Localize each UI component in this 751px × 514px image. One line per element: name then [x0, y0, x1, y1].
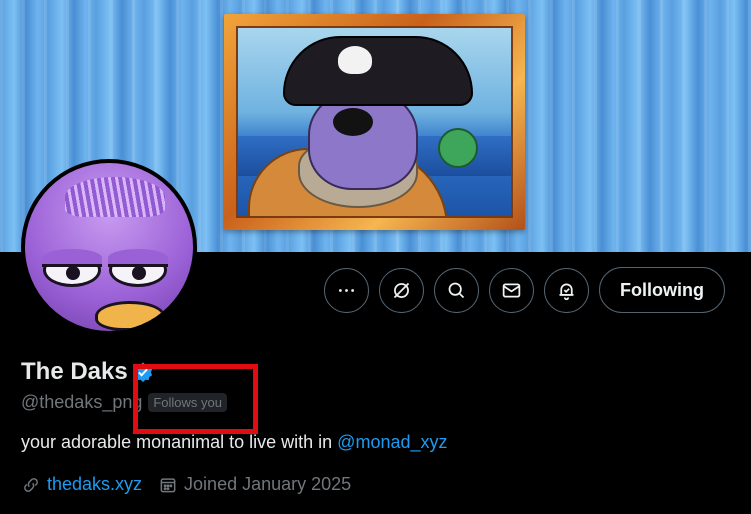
grok-button[interactable]	[379, 267, 424, 313]
follows-you-badge: Follows you	[148, 393, 227, 412]
profile-meta: thedaks.xyz Joined January 2025	[21, 474, 351, 495]
calendar-icon	[160, 477, 176, 492]
avatar-image	[25, 163, 193, 331]
more-icon	[338, 288, 355, 292]
following-button[interactable]: Following	[599, 267, 725, 313]
profile-name: The Daks	[21, 358, 128, 385]
website-link[interactable]: thedaks.xyz	[47, 474, 142, 495]
bio-mention-link[interactable]: @monad_xyz	[337, 432, 447, 452]
notification-icon	[559, 283, 574, 300]
profile-actions: Following	[324, 267, 725, 313]
verified-badge-icon[interactable]	[132, 361, 154, 383]
bio-text: your adorable monanimal to live with in	[21, 432, 338, 452]
notification-button[interactable]	[544, 267, 589, 313]
search-button[interactable]	[434, 267, 479, 313]
grok-icon	[393, 282, 410, 298]
profile-bio: your adorable monanimal to live with in …	[21, 432, 448, 453]
more-button[interactable]	[324, 267, 369, 313]
message-icon	[502, 283, 521, 297]
joined-date: Joined January 2025	[184, 474, 352, 494]
search-icon	[448, 282, 465, 298]
profile-handle-row: @thedaks_png Follows you	[21, 392, 227, 413]
avatar[interactable]	[21, 159, 197, 335]
pirate-painting	[236, 26, 513, 218]
banner-picture-frame	[224, 14, 525, 230]
profile-name-row: The Daks	[21, 358, 154, 386]
link-icon	[24, 477, 38, 492]
profile-handle: @thedaks_png	[21, 392, 143, 412]
message-button[interactable]	[489, 267, 534, 313]
